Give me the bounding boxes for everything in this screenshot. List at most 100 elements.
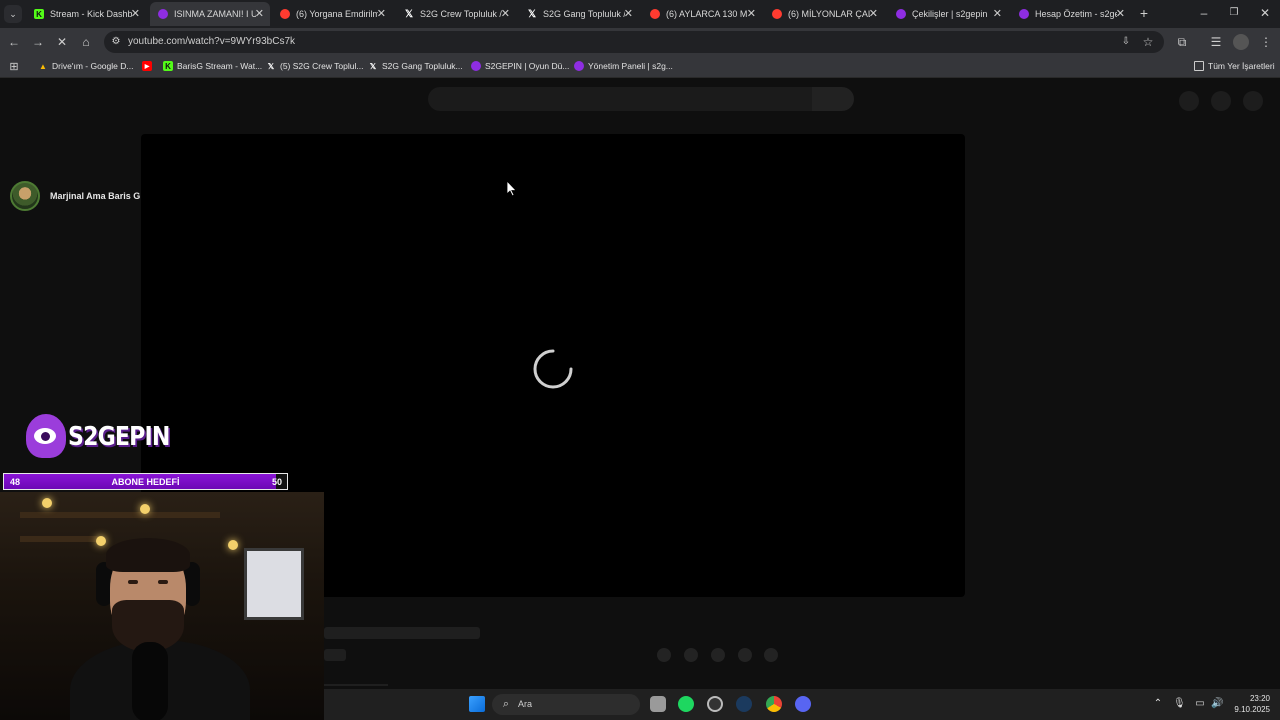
address-bar[interactable]: ⚙ youtube.com/watch?v=9WYr93bCs7k ⇩ ☆: [104, 31, 1164, 53]
spotify-icon[interactable]: [678, 696, 694, 712]
minimize-icon[interactable]: –: [1196, 5, 1212, 21]
x-icon: 𝕏: [267, 61, 275, 71]
background-light: [42, 498, 52, 508]
account-placeholder[interactable]: [1243, 91, 1263, 111]
goal-target-value: 50: [271, 477, 282, 487]
close-tab-icon[interactable]: ✕: [131, 7, 140, 20]
browser-tab[interactable]: K Stream - Kick Dashbo ✕: [26, 2, 146, 26]
overlay-username: Marjinal Ama Baris G: [50, 191, 141, 201]
extensions-icon[interactable]: ⧉: [1174, 34, 1190, 50]
logo-text: S2GEPIN: [68, 422, 170, 452]
discord-icon[interactable]: [795, 696, 811, 712]
tray-overflow-icon[interactable]: ⌃: [1152, 698, 1164, 710]
steam-icon[interactable]: [736, 696, 752, 712]
background-light: [140, 504, 150, 514]
google-drive-icon: ▲: [39, 61, 47, 71]
profile-avatar[interactable]: [1233, 34, 1249, 50]
obs-icon[interactable]: [707, 696, 723, 712]
browser-tab[interactable]: (6) MİLYONLAR ÇALA ✕: [764, 2, 884, 26]
close-tab-icon[interactable]: ✕: [377, 7, 386, 20]
volume-icon[interactable]: 🔊: [1211, 698, 1223, 710]
channel-placeholder: [324, 649, 346, 661]
bookmark-4[interactable]: 𝕏 S2G Gang Topluluk...: [368, 61, 463, 71]
kick-icon: K: [34, 9, 44, 19]
overlay-username-badge: Marjinal Ama Baris G: [10, 181, 140, 211]
streamer-hair: [106, 538, 190, 572]
tab-title: Stream - Kick Dashbo: [50, 9, 132, 19]
browser-tab[interactable]: 𝕏 S2G Gang Topluluk / ✕: [519, 2, 639, 26]
clock[interactable]: 23:20 9.10.2025: [1234, 693, 1270, 715]
tab-search-icon[interactable]: ⌄: [4, 5, 22, 23]
media-controls-icon[interactable]: ☰: [1208, 34, 1224, 50]
x-icon: 𝕏: [404, 8, 414, 20]
youtube-search-input[interactable]: [428, 87, 812, 111]
back-icon[interactable]: ←: [6, 34, 22, 50]
taskbar-search[interactable]: ⌕ Ara: [492, 694, 640, 715]
restore-icon[interactable]: ❐: [1226, 5, 1242, 21]
bookmark-3[interactable]: 𝕏 (5) S2G Crew Toplul...: [266, 61, 364, 71]
clock-date: 9.10.2025: [1234, 705, 1270, 714]
close-window-icon[interactable]: ✕: [1257, 5, 1273, 21]
close-tab-icon[interactable]: ✕: [869, 7, 878, 20]
close-tab-icon[interactable]: ✕: [624, 7, 633, 20]
browser-tab[interactable]: Çekilişler | s2gepin ✕: [888, 2, 1008, 26]
file-explorer-icon[interactable]: [650, 696, 666, 712]
goal-label: ABONE HEDEFİ: [111, 477, 180, 487]
url-text: youtube.com/watch?v=9WYr93bCs7k: [128, 36, 296, 47]
apps-grid-icon[interactable]: ⊞: [6, 59, 22, 75]
youtube-icon: [650, 9, 660, 19]
action-placeholder: [738, 648, 752, 662]
youtube-search-button[interactable]: [812, 87, 854, 111]
close-tab-icon[interactable]: ✕: [501, 7, 510, 20]
bookmark-star-icon[interactable]: ☆: [1140, 34, 1156, 50]
avatar: [10, 181, 40, 211]
browser-tab[interactable]: Hesap Özetim - s2ge ✕: [1011, 2, 1131, 26]
stop-loading-icon[interactable]: ✕: [54, 34, 70, 50]
menu-icon[interactable]: ⋮: [1258, 34, 1274, 50]
site-info-icon[interactable]: ⚙: [108, 34, 124, 50]
forward-icon[interactable]: →: [30, 34, 46, 50]
kick-icon: K: [163, 61, 173, 71]
windows-start-icon[interactable]: [469, 696, 485, 712]
background-light: [228, 540, 238, 550]
close-tab-icon[interactable]: ✕: [993, 7, 1002, 20]
description-placeholder: [324, 684, 388, 686]
eye: [158, 580, 168, 584]
bookmark-6[interactable]: Yönetim Paneli | s2g...: [574, 61, 673, 71]
x-icon: 𝕏: [527, 8, 537, 20]
browser-toolbar: ← → ✕ ⌂ ⚙ youtube.com/watch?v=9WYr93bCs7…: [0, 28, 1280, 56]
browser-tab[interactable]: 𝕏 S2G Crew Topluluk / 1 ✕: [396, 2, 516, 26]
notifications-placeholder[interactable]: [1211, 91, 1231, 111]
microphone-icon[interactable]: 🎙: [1173, 698, 1186, 710]
browser-tab[interactable]: ISINMA ZAMANI! I Uz ✕: [150, 2, 270, 26]
eye: [128, 580, 138, 584]
tab-title: ISINMA ZAMANI! I Uz: [174, 9, 256, 19]
background-light: [96, 536, 106, 546]
home-icon[interactable]: ⌂: [78, 34, 94, 50]
browser-tab[interactable]: (6) Yorgana Emdirilmi ✕: [272, 2, 392, 26]
create-button-placeholder[interactable]: [1179, 91, 1199, 111]
framed-jersey: [244, 548, 304, 620]
background-shelf: [20, 512, 220, 518]
tab-title: (6) MİLYONLAR ÇALA: [788, 9, 870, 19]
bookmark-1[interactable]: ▶: [142, 61, 156, 71]
bookmarks-bar: ⊞ ▲ Drive'ım - Google D... ▶ K BarisG Stre…: [0, 56, 1280, 78]
close-tab-icon[interactable]: ✕: [1116, 7, 1125, 20]
install-app-icon[interactable]: ⇩: [1118, 34, 1134, 50]
bookmark-0[interactable]: ▲ Drive'ım - Google D...: [38, 61, 133, 71]
tab-title: S2G Crew Topluluk / 1: [420, 9, 502, 19]
all-bookmarks[interactable]: Tüm Yer İşaretleri: [1194, 61, 1275, 71]
bookmark-2[interactable]: K BarisG Stream - Wat...: [163, 61, 262, 71]
browser-tab[interactable]: (6) AYLARCA 130 ME ✕: [642, 2, 762, 26]
tab-title: S2G Gang Topluluk /: [543, 9, 625, 19]
network-icon[interactable]: ▭: [1194, 698, 1206, 710]
close-tab-icon[interactable]: ✕: [747, 7, 756, 20]
new-tab-icon[interactable]: +: [1136, 5, 1152, 21]
youtube-icon: ▶: [142, 61, 152, 71]
chrome-icon[interactable]: [766, 696, 782, 712]
close-tab-icon[interactable]: ✕: [255, 7, 264, 20]
clock-time: 23:20: [1249, 694, 1270, 703]
bookmark-5[interactable]: S2GEPIN | Oyun Dü...: [471, 61, 569, 71]
s2gepin-logo: S2GEPIN: [26, 412, 170, 462]
action-placeholder: [684, 648, 698, 662]
